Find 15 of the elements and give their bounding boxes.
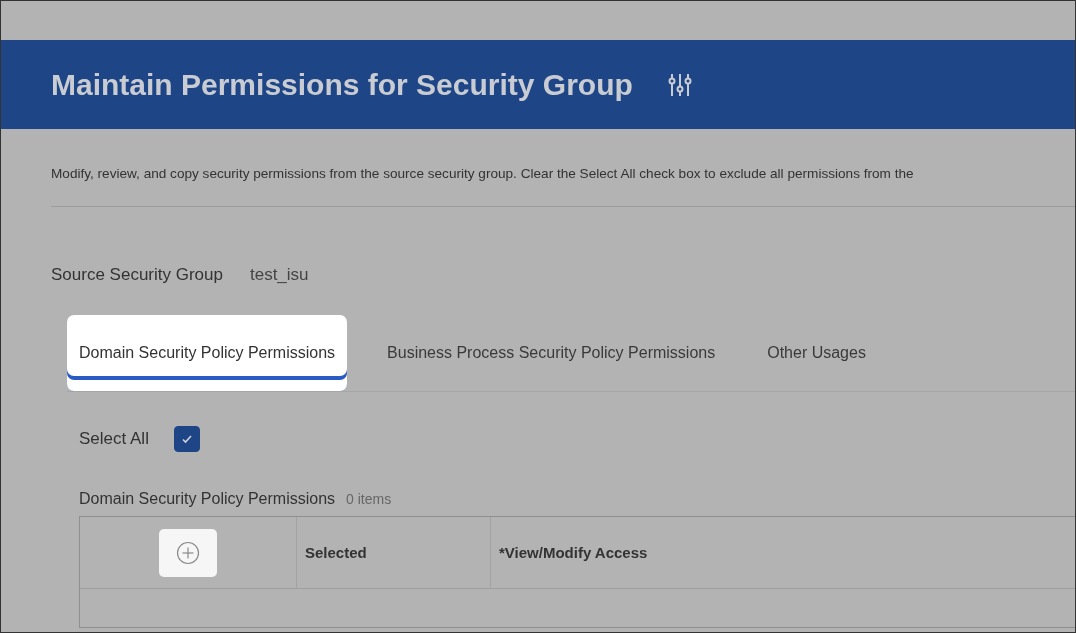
- tab[interactable]: Domain Security Policy Permissions: [67, 315, 348, 391]
- item-count: 0 items: [346, 491, 392, 507]
- tab[interactable]: Business Process Security Policy Permissions: [361, 315, 742, 391]
- table-title: Domain Security Policy Permissions: [79, 490, 336, 508]
- column-header: Selected: [305, 544, 367, 561]
- checkbox[interactable]: [173, 426, 200, 452]
- field-value: test_isu: [249, 265, 309, 285]
- field-label: Source Security Group: [51, 265, 223, 285]
- column-header: *View/Modify Access: [499, 544, 648, 561]
- tab[interactable]: Other Usages: [741, 315, 892, 391]
- checkbox-label: Select All: [79, 429, 149, 449]
- settings-icon[interactable]: [666, 71, 693, 98]
- plus-circle-icon: [176, 540, 200, 565]
- page-title: Maintain Permissions for Security Group: [51, 67, 633, 102]
- description-text: Modify, review, and copy security permissions from the source security group. Clear the Select All check box to exclude all permissions from the: [51, 166, 915, 181]
